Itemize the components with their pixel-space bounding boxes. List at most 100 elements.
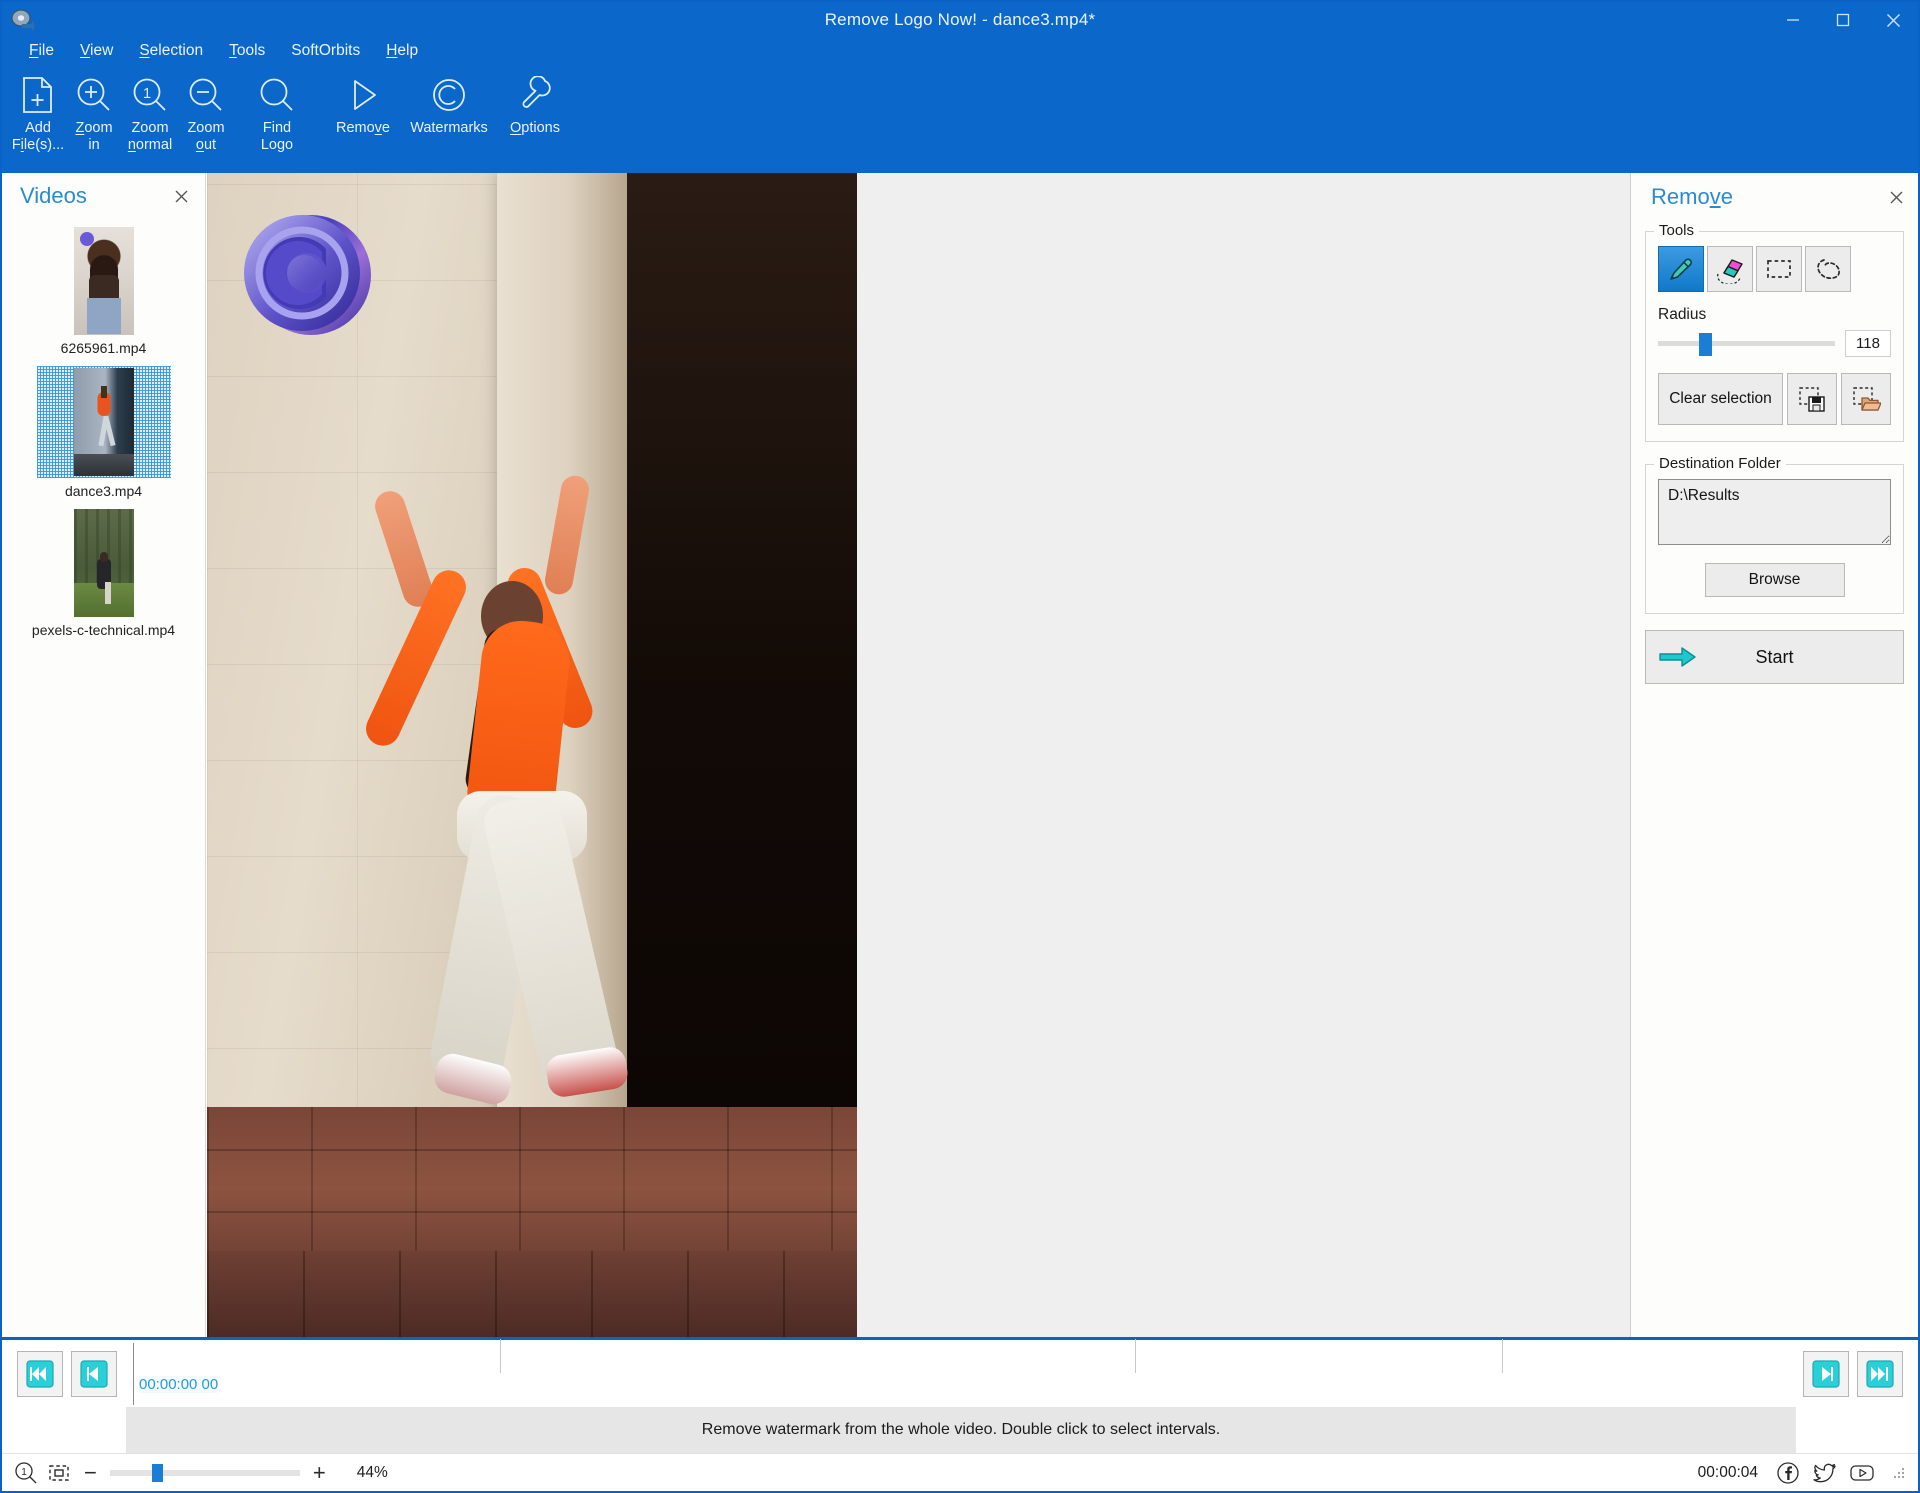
- thumbnail-wrap: [36, 366, 171, 478]
- destination-path-input[interactable]: [1658, 479, 1891, 545]
- videos-panel: Videos 6265961.mp4 dance3.mp4 pexels-c-t…: [2, 173, 206, 1337]
- find-logo-label: Find Logo: [260, 120, 294, 153]
- menu-view[interactable]: View: [67, 40, 126, 62]
- previous-frame-button[interactable]: [71, 1350, 117, 1397]
- rectangle-select-tool-button[interactable]: [1756, 246, 1802, 292]
- rewind-start-icon: [25, 1359, 55, 1389]
- video-thumbnail: [73, 368, 134, 476]
- lasso-select-tool-button[interactable]: [1805, 246, 1851, 292]
- menu-selection[interactable]: Selection: [126, 40, 216, 62]
- timeline-left-controls: [17, 1350, 117, 1397]
- zoom-one-to-one-icon[interactable]: 1: [14, 1461, 38, 1485]
- timeline-tick: [1502, 1338, 1504, 1373]
- remove-panel-close-icon[interactable]: [1884, 185, 1908, 209]
- video-name: 6265961.mp4: [60, 340, 147, 356]
- marker-tool-button[interactable]: [1658, 246, 1704, 292]
- fit-to-window-icon[interactable]: [47, 1461, 71, 1485]
- radius-slider-track: [1658, 341, 1835, 346]
- start-button[interactable]: Start: [1645, 630, 1904, 684]
- watermarks-button[interactable]: Watermarks: [406, 64, 492, 173]
- video-frame[interactable]: [207, 173, 857, 1337]
- list-item[interactable]: pexels-c-technical.mp4: [2, 505, 205, 644]
- wrench-icon: [517, 72, 553, 118]
- skip-to-end-button[interactable]: [1857, 1350, 1903, 1397]
- save-selection-button[interactable]: [1787, 373, 1837, 425]
- list-item[interactable]: dance3.mp4: [2, 362, 205, 505]
- add-files-button[interactable]: Add File(s)...: [10, 64, 66, 173]
- save-selection-icon: [1797, 384, 1827, 414]
- youtube-icon[interactable]: [1849, 1460, 1875, 1486]
- menu-softorbits[interactable]: SoftOrbits: [278, 40, 373, 62]
- options-button[interactable]: Options: [507, 64, 563, 173]
- destination-folder-legend: Destination Folder: [1654, 455, 1786, 472]
- load-selection-button[interactable]: [1841, 373, 1891, 425]
- copyright-icon: [430, 72, 468, 118]
- eraser-tool-button[interactable]: [1707, 246, 1753, 292]
- video-thumbnail: [73, 509, 134, 617]
- radius-slider[interactable]: [1658, 332, 1835, 356]
- forward-end-icon: [1865, 1359, 1895, 1389]
- menu-file[interactable]: FFileile: [16, 40, 67, 62]
- zoom-in-label: Zoom in: [75, 120, 113, 153]
- zoom-in-icon: [76, 72, 112, 118]
- window-controls: [1768, 2, 1918, 38]
- timeline-current-time: 00:00:00 00: [139, 1375, 219, 1393]
- prev-frame-icon: [79, 1359, 109, 1389]
- magnifier-icon: [259, 72, 295, 118]
- tools-group-legend: Tools: [1654, 222, 1700, 239]
- add-files-label: Add File(s)...: [11, 120, 65, 153]
- remove-button[interactable]: Remove: [320, 64, 406, 173]
- bottom-right-group: 00:00:04: [1698, 1460, 1906, 1486]
- videos-panel-header: Videos: [2, 173, 205, 219]
- radius-row: 118: [1658, 330, 1891, 357]
- facebook-icon[interactable]: [1775, 1460, 1801, 1486]
- remove-label: Remove: [335, 120, 390, 136]
- options-label: Options: [510, 120, 560, 136]
- video-canvas[interactable]: [207, 173, 1630, 1337]
- frame-floor-front: [207, 1251, 857, 1337]
- remove-panel: Remove Tools Radius 118 Clear selection …: [1630, 173, 1918, 1337]
- toolbar-group-options: Options: [507, 64, 563, 173]
- zoom-normal-label: Zoom normal: [127, 120, 173, 153]
- radius-label: Radius: [1658, 306, 1707, 323]
- add-file-icon: [21, 72, 55, 118]
- zoom-slider-thumb[interactable]: [151, 1463, 163, 1482]
- maximize-button[interactable]: [1818, 2, 1868, 38]
- browse-button[interactable]: Browse: [1704, 563, 1845, 597]
- radius-value[interactable]: 118: [1845, 330, 1891, 357]
- timeline-right-controls: [1803, 1350, 1903, 1397]
- zoom-in-button[interactable]: Zoom in: [66, 64, 122, 173]
- videos-panel-close-icon[interactable]: [169, 184, 193, 208]
- zoom-out-button[interactable]: Zoom out: [178, 64, 234, 173]
- toolbar: Add File(s)... Zoom in 1 Zoom normal Zoo…: [2, 64, 1918, 173]
- timeline-tick: [1135, 1338, 1136, 1373]
- clear-selection-button[interactable]: Clear selection: [1658, 373, 1783, 425]
- zoom-out-icon: [188, 72, 224, 118]
- radius-slider-thumb[interactable]: [1698, 332, 1712, 356]
- zoom-slider[interactable]: [109, 1463, 300, 1483]
- browse-row: Browse: [1658, 563, 1891, 597]
- find-logo-button[interactable]: Find Logo: [249, 64, 305, 173]
- twitter-icon[interactable]: [1812, 1460, 1838, 1486]
- close-button[interactable]: [1868, 2, 1918, 38]
- next-frame-button[interactable]: [1803, 1350, 1849, 1397]
- list-item[interactable]: 6265961.mp4: [2, 223, 205, 362]
- menu-help[interactable]: Help: [373, 40, 431, 62]
- minimize-button[interactable]: [1768, 2, 1818, 38]
- toolbar-group-file: Add File(s)... Zoom in 1 Zoom normal Zoo…: [10, 64, 234, 173]
- skip-to-start-button[interactable]: [17, 1350, 63, 1397]
- svg-text:1: 1: [21, 1467, 27, 1478]
- start-row: Start: [1645, 630, 1904, 684]
- resize-grip-icon[interactable]: [1892, 1466, 1906, 1480]
- zoom-out-button[interactable]: −: [80, 1461, 101, 1484]
- timeline-ruler[interactable]: 00:00:00 00: [133, 1338, 1803, 1409]
- svg-text:1: 1: [143, 85, 151, 102]
- frame-subject: [357, 423, 687, 1223]
- video-name: pexels-c-technical.mp4: [31, 622, 176, 638]
- zoom-normal-button[interactable]: 1 Zoom normal: [122, 64, 178, 173]
- application-window: Remove Logo Now! - dance3.mp4* FFileile …: [0, 0, 1920, 1493]
- play-triangle-icon: [345, 72, 381, 118]
- load-selection-icon: [1851, 384, 1881, 414]
- menu-tools[interactable]: Tools: [216, 40, 278, 62]
- zoom-in-button[interactable]: +: [309, 1461, 330, 1484]
